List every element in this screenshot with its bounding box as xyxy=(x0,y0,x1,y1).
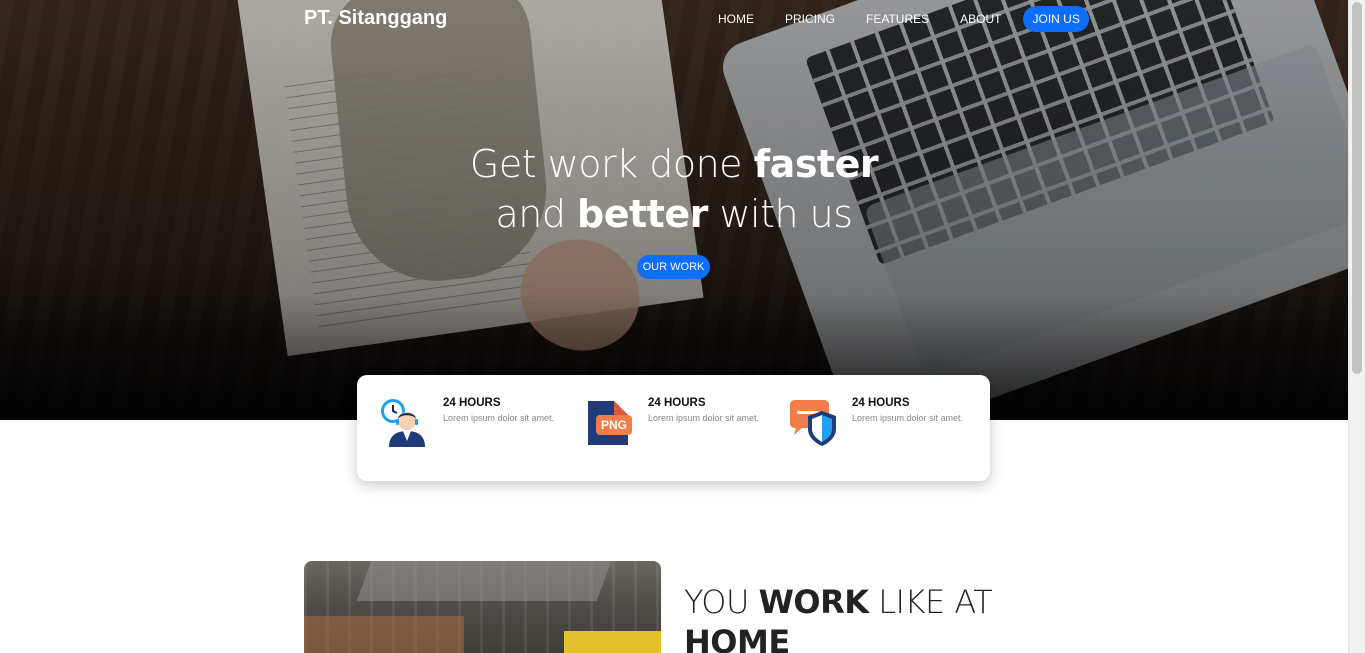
about-image-yellow-wall xyxy=(564,631,661,653)
feature-title: 24 HOURS xyxy=(852,397,910,409)
feature-description: Lorem ipsum dolor sit amet. xyxy=(443,413,555,423)
hero-line2-regular-b: with us xyxy=(707,192,853,236)
about-heading-line2: HOME xyxy=(684,623,790,653)
feature-item: 24 HOURS Lorem ipsum dolor sit amet. xyxy=(379,397,579,457)
features-card: 24 HOURS Lorem ipsum dolor sit amet. PNG… xyxy=(357,375,990,481)
main-nav: HOME PRICING FEATURES ABOUT JOIN US xyxy=(708,6,1089,32)
about-heading: YOU WORK LIKE AT HOME xyxy=(684,582,1024,653)
feature-title: 24 HOURS xyxy=(648,397,706,409)
nav-link-about[interactable]: ABOUT xyxy=(950,6,1011,32)
hero-line2-bold: better xyxy=(577,192,708,236)
feature-item: 24 HOURS Lorem ipsum dolor sit amet. xyxy=(788,397,988,457)
hero-line1-bold: faster xyxy=(753,142,879,186)
clock-agent-icon xyxy=(381,399,425,447)
feature-description: Lorem ipsum dolor sit amet. xyxy=(648,413,760,423)
nav-link-home[interactable]: HOME xyxy=(708,6,764,32)
png-file-icon: PNG xyxy=(588,401,632,445)
our-work-button[interactable]: OUR WORK xyxy=(637,255,710,279)
join-us-button[interactable]: JOIN US xyxy=(1023,6,1089,32)
feature-item: PNG 24 HOURS Lorem ipsum dolor sit amet. xyxy=(584,397,784,457)
about-image xyxy=(304,561,661,653)
scrollbar-thumb[interactable] xyxy=(1352,2,1362,374)
about-heading-part-b: LIKE AT xyxy=(868,583,993,621)
png-badge-text: PNG xyxy=(601,418,627,432)
about-image-roof xyxy=(356,561,612,601)
hero-line1-regular: Get work done xyxy=(469,142,754,186)
about-heading-bold: WORK xyxy=(758,583,869,621)
feature-description: Lorem ipsum dolor sit amet. xyxy=(852,413,964,423)
hero-headline-line2: and better with us xyxy=(374,189,974,239)
nav-link-features[interactable]: FEATURES xyxy=(856,6,939,32)
hero-line2-regular-a: and xyxy=(495,192,578,236)
nav-link-pricing[interactable]: PRICING xyxy=(775,6,845,32)
brand-logo[interactable]: PT. Sitanggang xyxy=(304,7,447,30)
chat-shield-icon xyxy=(790,400,836,446)
feature-title: 24 HOURS xyxy=(443,397,501,409)
about-heading-part-a: YOU xyxy=(684,583,759,621)
page-scrollbar[interactable] xyxy=(1348,0,1365,653)
hero-headline-line1: Get work done faster xyxy=(374,139,974,189)
about-image-lights xyxy=(304,616,464,653)
